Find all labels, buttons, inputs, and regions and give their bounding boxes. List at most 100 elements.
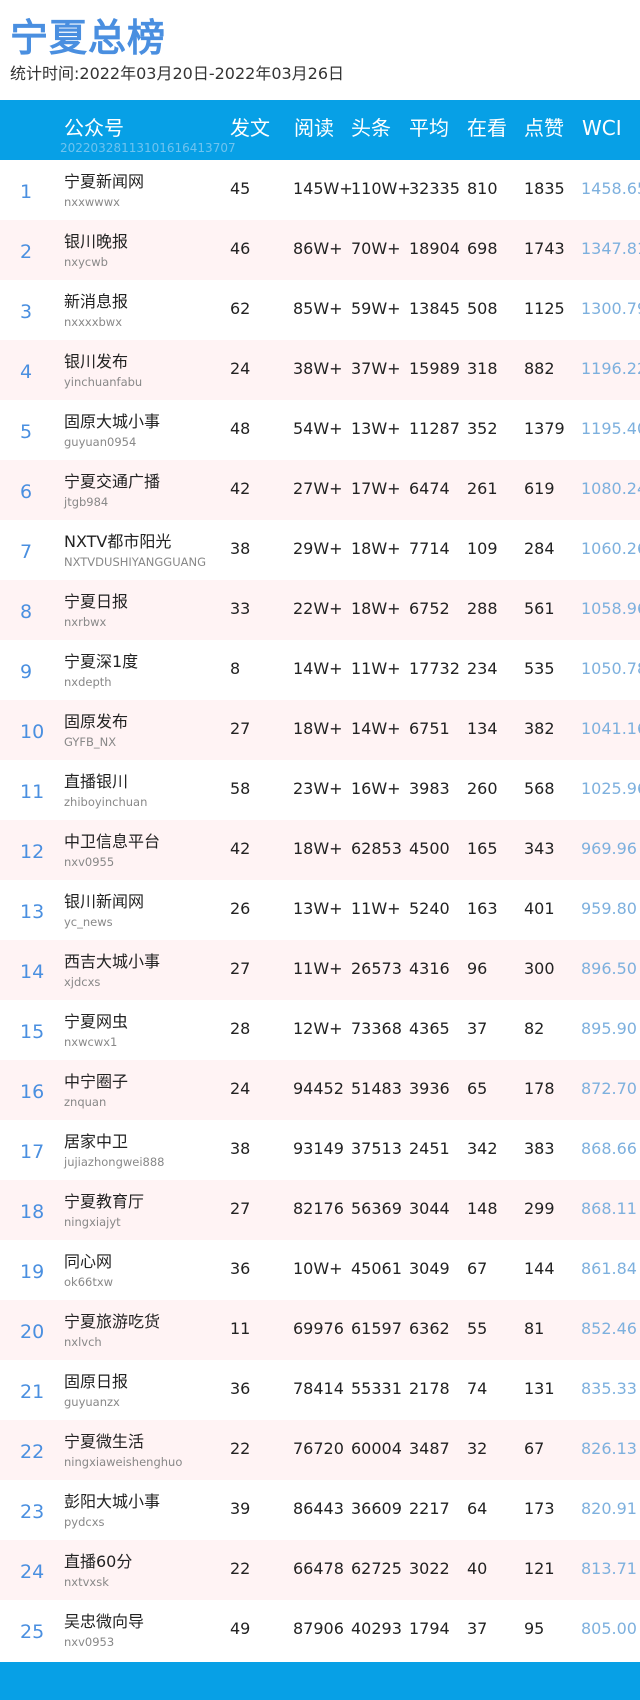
average-reads: 5240 bbox=[409, 899, 450, 918]
ranking-table-body: 1 宁夏新闻网 nxxwwwx 45 145W+ 110W+ 32335 810 1835 145… bbox=[0, 160, 640, 1660]
account-name: 宁夏深1度 bbox=[64, 652, 139, 671]
ranking-page: 宁夏总榜 统计时间:2022年03月20日-2022年03月26日 公众号 发文… bbox=[0, 0, 640, 1700]
wci-score: 861.84 bbox=[581, 1259, 637, 1278]
account-id: xjdcxs bbox=[64, 975, 101, 989]
likes-count: 568 bbox=[524, 779, 555, 798]
wci-score: 959.80 bbox=[581, 899, 637, 918]
average-reads: 2451 bbox=[409, 1139, 450, 1158]
account-name: 银川晚报 bbox=[64, 232, 129, 251]
likes-count: 299 bbox=[524, 1199, 555, 1218]
top-reads: 51483 bbox=[351, 1079, 402, 1098]
top-reads: 37513 bbox=[351, 1139, 402, 1158]
wci-score: 835.33 bbox=[581, 1379, 637, 1398]
table-row: 10 固原发布 GYFB_NX 27 18W+ 14W+ 6751 134 382 1041.16 bbox=[0, 700, 640, 760]
account-id: nxxwwwx bbox=[64, 195, 120, 209]
account-name: 彭阳大城小事 bbox=[64, 1492, 161, 1511]
account-name: 宁夏新闻网 bbox=[64, 172, 145, 191]
rank-number: 22 bbox=[20, 1441, 45, 1463]
top-reads: 17W+ bbox=[351, 479, 401, 498]
rank-number: 12 bbox=[20, 841, 45, 863]
top-reads: 62853 bbox=[351, 839, 402, 858]
average-reads: 6751 bbox=[409, 719, 450, 738]
posts-count: 33 bbox=[230, 599, 251, 618]
account-name: 宁夏旅游吃货 bbox=[64, 1312, 161, 1331]
wci-score: 1195.40 bbox=[581, 419, 640, 438]
table-row: 21 固原日报 guyuanzx 36 78414 55331 2178 74 131 835.3… bbox=[0, 1360, 640, 1420]
rank-number: 9 bbox=[20, 661, 33, 683]
average-reads: 11287 bbox=[409, 419, 460, 438]
account-name: 新消息报 bbox=[64, 292, 129, 311]
reads-count: 82176 bbox=[293, 1199, 344, 1218]
top-reads: 26573 bbox=[351, 959, 402, 978]
account-name: 中卫信息平台 bbox=[64, 832, 161, 851]
account-id: GYFB_NX bbox=[64, 735, 117, 749]
header-top: 头条 bbox=[351, 116, 391, 140]
table-row: 24 直播60分 nxtvxsk 22 66478 62725 3022 40 121 813.7… bbox=[0, 1540, 640, 1600]
table-row: 9 宁夏深1度 nxdepth 8 14W+ 11W+ 17732 234 535 1050.78 bbox=[0, 640, 640, 700]
footer-bar bbox=[0, 1662, 640, 1700]
account-id: nxlvch bbox=[64, 1335, 102, 1349]
posts-count: 46 bbox=[230, 239, 251, 258]
reads-count: 66478 bbox=[293, 1559, 344, 1578]
reads-count: 93149 bbox=[293, 1139, 344, 1158]
likes-count: 1379 bbox=[524, 419, 565, 438]
posts-count: 11 bbox=[230, 1319, 251, 1338]
table-header: 公众号 发文 阅读 头条 平均 在看 点赞 WCI 20220328113101… bbox=[0, 100, 640, 160]
average-reads: 3049 bbox=[409, 1259, 450, 1278]
watching-count: 165 bbox=[467, 839, 498, 858]
table-row: 16 中宁圈子 znquan 24 94452 51483 3936 65 178 872.70 bbox=[0, 1060, 640, 1120]
top-reads: 16W+ bbox=[351, 779, 401, 798]
watching-count: 508 bbox=[467, 299, 498, 318]
top-reads: 13W+ bbox=[351, 419, 401, 438]
posts-count: 27 bbox=[230, 1199, 251, 1218]
header-posts: 发文 bbox=[230, 116, 270, 140]
posts-count: 36 bbox=[230, 1259, 251, 1278]
account-name: 银川新闻网 bbox=[64, 892, 145, 911]
likes-count: 882 bbox=[524, 359, 555, 378]
watching-count: 32 bbox=[467, 1439, 488, 1458]
top-reads: 18W+ bbox=[351, 599, 401, 618]
account-name: 宁夏交通广播 bbox=[64, 472, 161, 491]
account-name: 银川发布 bbox=[64, 352, 129, 371]
account-id: nxwcwx1 bbox=[64, 1035, 118, 1049]
rank-number: 24 bbox=[20, 1561, 45, 1583]
watching-count: 67 bbox=[467, 1259, 488, 1278]
average-reads: 15989 bbox=[409, 359, 460, 378]
table-row: 18 宁夏教育厅 ningxiajyt 27 82176 56369 3044 148 299 8… bbox=[0, 1180, 640, 1240]
table-row: 23 彭阳大城小事 pydcxs 39 86443 36609 2217 64 173 820.9… bbox=[0, 1480, 640, 1540]
wci-score: 1025.96 bbox=[581, 779, 640, 798]
likes-count: 95 bbox=[524, 1619, 545, 1638]
likes-count: 382 bbox=[524, 719, 555, 738]
watching-count: 109 bbox=[467, 539, 498, 558]
watching-count: 288 bbox=[467, 599, 498, 618]
rank-number: 14 bbox=[20, 961, 45, 983]
wci-score: 969.96 bbox=[581, 839, 637, 858]
reads-count: 23W+ bbox=[293, 779, 343, 798]
posts-count: 45 bbox=[230, 179, 251, 198]
table-row: 17 居家中卫 jujiazhongwei888 38 93149 37513 2451 34… bbox=[0, 1120, 640, 1180]
watching-count: 37 bbox=[467, 1019, 488, 1038]
account-id: jujiazhongwei888 bbox=[64, 1155, 165, 1169]
account-id: pydcxs bbox=[64, 1515, 105, 1529]
likes-count: 619 bbox=[524, 479, 555, 498]
likes-count: 343 bbox=[524, 839, 555, 858]
likes-count: 1835 bbox=[524, 179, 565, 198]
table-row: 20 宁夏旅游吃货 nxlvch 11 69976 61597 6362 55 81 852.46 bbox=[0, 1300, 640, 1360]
table-row: 2 银川晚报 nxycwb 46 86W+ 70W+ 18904 698 1743 1347.81 bbox=[0, 220, 640, 280]
page-title: 宁夏总榜 bbox=[10, 16, 167, 60]
rank-number: 19 bbox=[20, 1261, 45, 1283]
average-reads: 32335 bbox=[409, 179, 460, 198]
wci-score: 1060.26 bbox=[581, 539, 640, 558]
posts-count: 58 bbox=[230, 779, 251, 798]
rank-number: 20 bbox=[20, 1321, 45, 1343]
watching-count: 134 bbox=[467, 719, 498, 738]
watching-count: 234 bbox=[467, 659, 498, 678]
average-reads: 3022 bbox=[409, 1559, 450, 1578]
average-reads: 6752 bbox=[409, 599, 450, 618]
top-reads: 40293 bbox=[351, 1619, 402, 1638]
wci-score: 1058.96 bbox=[581, 599, 640, 618]
table-row: 7 NXTV都市阳光 NXTVDUSHIYANGGUANG 38 29W+ 18W+ 771… bbox=[0, 520, 640, 580]
top-reads: 110W+ bbox=[351, 179, 411, 198]
account-id: jtgb984 bbox=[64, 495, 109, 509]
watching-count: 260 bbox=[467, 779, 498, 798]
